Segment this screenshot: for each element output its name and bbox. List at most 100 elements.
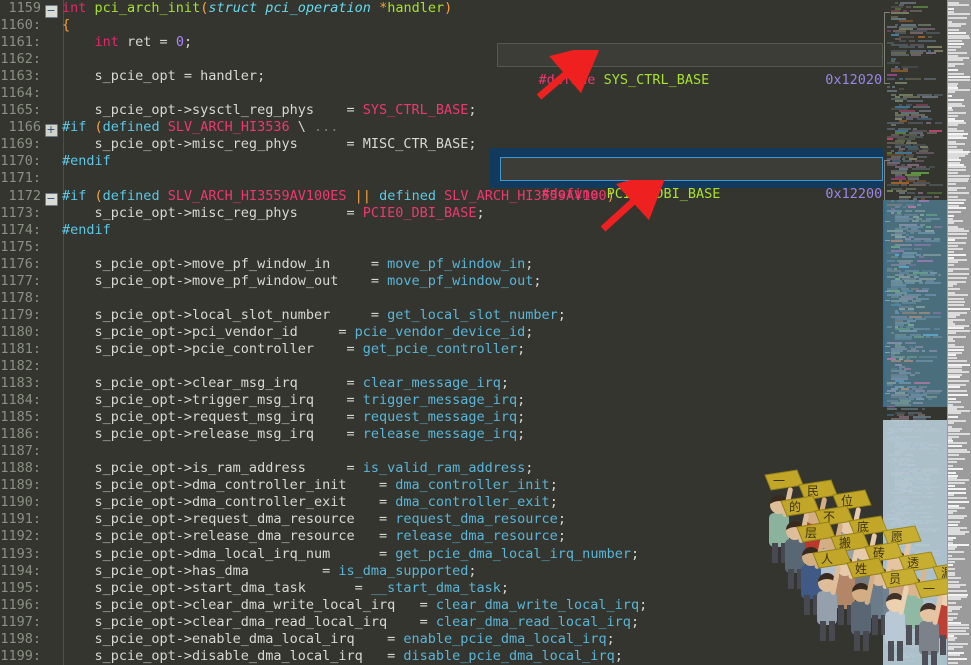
overview-ruler-mark — [948, 233, 967, 235]
fold-gutter-empty — [44, 205, 58, 222]
code-editor-pane[interactable]: 1159− int pci_arch_init(struct pci_operat… — [0, 0, 883, 665]
overview-ruler-mark — [948, 180, 968, 182]
code-line[interactable]: 1183: s_pcie_opt->clear_msg_irq = clear_… — [0, 375, 883, 392]
overview-ruler-mark — [948, 551, 964, 553]
code-text: s_pcie_opt->request_msg_irq = request_me… — [62, 409, 526, 426]
code-line[interactable]: 1159− int pci_arch_init(struct pci_operat… — [0, 0, 883, 18]
code-line[interactable]: 1165: s_pcie_opt->sysctl_reg_phys = SYS_… — [0, 102, 883, 119]
code-line[interactable]: 1176: s_pcie_opt->move_pf_window_in = mo… — [0, 256, 883, 273]
code-line[interactable]: 1173: s_pcie_opt->misc_reg_phys = PCIE0_… — [0, 205, 883, 222]
hover-tooltip-sys-ctrl-base[interactable]: #define SYS_CTRL_BASE 0x12020000 — [497, 43, 907, 88]
overview-ruler-mark — [948, 40, 962, 42]
code-text: #if (defined SLV_ARCH_HI3536 \ ... — [62, 119, 339, 136]
placard-character: 员 — [889, 572, 901, 586]
minimap-code-line — [911, 54, 921, 56]
line-number: 1189: — [0, 477, 41, 494]
overview-ruler-mark — [948, 577, 961, 579]
fold-gutter-empty — [44, 307, 58, 324]
line-number: 1181: — [0, 340, 41, 357]
overview-ruler-mark — [948, 539, 953, 541]
minimap-code-line — [922, 96, 938, 98]
fold-gutter-empty — [44, 494, 58, 511]
code-line[interactable]: 1177: s_pcie_opt->move_pf_window_out = m… — [0, 273, 883, 290]
code-line[interactable]: 1197: s_pcie_opt->clear_dma_read_local_i… — [0, 614, 883, 631]
fold-gutter-empty — [44, 631, 58, 648]
code-line[interactable]: 1178: — [0, 290, 883, 307]
code-text: int ret = 0; — [94, 34, 193, 51]
code-line[interactable]: 1199: s_pcie_opt->disable_dma_local_irq … — [0, 648, 883, 665]
overview-ruler-mark — [948, 143, 965, 145]
overview-ruler-mark — [948, 619, 953, 621]
fold-gutter-empty — [44, 409, 58, 426]
minimap-code-line — [895, 82, 907, 84]
code-line[interactable]: 1198: s_pcie_opt->enable_dma_local_irq =… — [0, 631, 883, 648]
fold-collapse-icon[interactable]: − — [44, 0, 58, 18]
code-line[interactable]: 1196: s_pcie_opt->clear_dma_write_local_… — [0, 597, 883, 614]
overview-ruler-mark — [948, 613, 958, 615]
hover-tooltip-pcie0-dbi-base[interactable]: #define PCIE0_DBI_BASE 0x12200000 — [500, 157, 907, 202]
code-text: s_pcie_opt->disable_dma_local_irq = disa… — [62, 647, 623, 664]
minimap-code-line — [899, 36, 914, 38]
line-number: 1199: — [0, 647, 41, 664]
fold-gutter-empty — [44, 546, 58, 563]
overview-ruler-mark — [948, 561, 955, 563]
code-line[interactable]: 1185: s_pcie_opt->request_msg_irq = requ… — [0, 409, 883, 426]
overview-ruler-mark — [948, 412, 961, 414]
overview-ruler-mark — [948, 169, 966, 171]
overview-ruler-mark — [948, 332, 956, 334]
overview-ruler-mark — [948, 46, 961, 48]
fold-gutter-empty — [44, 341, 58, 358]
hover-keyword: #define — [541, 186, 599, 202]
code-line[interactable]: 1191: s_pcie_opt->request_dma_resource =… — [0, 511, 883, 528]
overview-ruler-mark — [948, 454, 959, 456]
line-number: 1179: — [0, 306, 41, 323]
code-line[interactable]: 1175: — [0, 239, 883, 256]
code-line[interactable]: 1189: s_pcie_opt->dma_controller_init = … — [0, 477, 883, 494]
code-line[interactable]: 1166 + #if (defined SLV_ARCH_HI3536 \ ... — [0, 119, 883, 138]
code-text: s_pcie_opt = handler; — [62, 68, 266, 85]
overview-ruler-mark — [948, 32, 966, 34]
line-number: 1198: — [0, 630, 41, 647]
line-number: 1176: — [0, 255, 41, 272]
fold-gutter-empty — [44, 153, 58, 170]
overview-ruler-mark — [948, 472, 956, 474]
code-line[interactable]: 1182: — [0, 358, 883, 375]
fold-collapse-icon[interactable]: − — [44, 188, 58, 206]
code-text: s_pcie_opt->dma_controller_exit = dma_co… — [62, 494, 558, 511]
code-line[interactable]: 1184: s_pcie_opt->trigger_msg_irq = trig… — [0, 392, 883, 409]
overview-ruler-scrollbar[interactable] — [947, 0, 971, 665]
code-line[interactable]: 1179: s_pcie_opt->local_slot_number = ge… — [0, 307, 883, 324]
code-line[interactable]: 1186: s_pcie_opt->release_msg_irq = rele… — [0, 426, 883, 443]
code-line[interactable]: 1194: s_pcie_opt->has_dma = is_dma_suppo… — [0, 563, 883, 580]
code-text: s_pcie_opt->request_dma_resource = reque… — [62, 511, 566, 528]
line-number: 1165: — [0, 102, 41, 119]
overview-ruler-mark — [948, 568, 955, 570]
code-line[interactable]: 1195: s_pcie_opt->start_dma_task = __sta… — [0, 580, 883, 597]
code-line[interactable]: 1187: — [0, 443, 883, 460]
overview-ruler-mark — [948, 494, 954, 496]
fold-expand-icon[interactable]: + — [44, 119, 58, 138]
vscode-editor-window: 1159− int pci_arch_init(struct pci_operat… — [0, 0, 971, 665]
code-text: s_pcie_opt->start_dma_task = __start_dma… — [62, 579, 510, 596]
line-number: 1159 — [8, 0, 41, 16]
minimap-code-line — [887, 146, 891, 148]
minimap-code-line — [891, 34, 899, 36]
minimap-code-line — [915, 160, 924, 162]
code-line[interactable]: 1190: s_pcie_opt->dma_controller_exit = … — [0, 494, 883, 511]
line-number: 1170: — [0, 153, 41, 170]
overview-ruler-mark — [948, 512, 953, 514]
overview-ruler-mark — [948, 261, 958, 263]
code-line[interactable]: 1193: s_pcie_opt->dma_local_irq_num = ge… — [0, 546, 883, 563]
code-line[interactable]: 1181: s_pcie_opt->pcie_controller = get_… — [0, 341, 883, 358]
overview-ruler-mark — [948, 445, 962, 447]
code-text: { — [62, 17, 71, 34]
minimap-viewport-slider[interactable] — [883, 200, 951, 407]
code-line[interactable]: 1174: #endif — [0, 222, 883, 239]
code-line[interactable]: 1188: s_pcie_opt->is_ram_address = is_va… — [0, 460, 883, 477]
code-line[interactable]: 1180: s_pcie_opt->pci_vendor_id = pcie_v… — [0, 324, 883, 341]
code-line[interactable]: 1160: { — [0, 17, 883, 34]
overview-ruler-mark — [948, 468, 963, 470]
code-line[interactable]: 1192: s_pcie_opt->release_dma_resource =… — [0, 528, 883, 545]
line-number: 1182: — [0, 357, 41, 374]
code-lines-container[interactable]: 1159− int pci_arch_init(struct pci_operat… — [0, 0, 883, 665]
